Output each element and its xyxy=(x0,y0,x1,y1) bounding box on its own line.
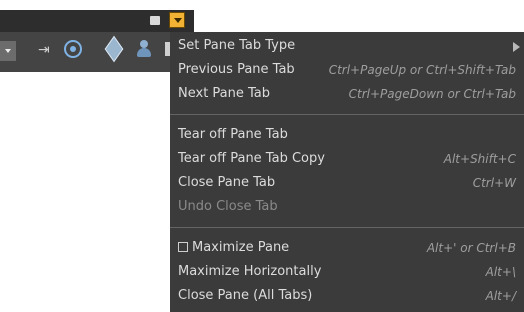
menu-item-label: Tear off Pane Tab Copy xyxy=(178,151,325,166)
menu-item-close-pane-tab[interactable]: Close Pane Tab Ctrl+W xyxy=(170,171,524,195)
menu-item-shortcut: Ctrl+PageDown or Ctrl+Tab xyxy=(348,87,516,101)
pane-context-menu: Set Pane Tab Type Previous Pane Tab Ctrl… xyxy=(170,32,524,312)
menu-item-shortcut: Alt+Shift+C xyxy=(443,152,516,166)
pane-menu-dropdown-icon[interactable] xyxy=(169,12,185,28)
menu-item-shortcut: Alt+/ xyxy=(485,289,516,303)
pane-toggle-icon[interactable] xyxy=(150,16,160,25)
menu-item-tear-off-pane-tab-copy[interactable]: Tear off Pane Tab Copy Alt+Shift+C xyxy=(170,147,524,171)
menu-item-set-pane-tab-type[interactable]: Set Pane Tab Type xyxy=(170,34,524,58)
menu-item-label: Undo Close Tab xyxy=(178,199,278,214)
pin-icon[interactable]: ⇥ xyxy=(38,42,50,58)
menu-item-label: Maximize Pane xyxy=(192,240,290,255)
person-icon[interactable] xyxy=(136,40,152,58)
menu-separator xyxy=(170,227,524,228)
menu-item-shortcut: Ctrl+W xyxy=(472,176,516,190)
menu-separator xyxy=(170,114,524,115)
menu-item-label: Maximize Horizontally xyxy=(178,264,322,279)
person-head xyxy=(140,40,148,48)
menu-item-label-wrap: Maximize Pane xyxy=(178,236,289,260)
menu-item-maximize-horizontally[interactable]: Maximize Horizontally Alt+\ xyxy=(170,260,524,284)
target-icon[interactable] xyxy=(64,40,82,58)
menu-item-maximize-pane[interactable]: Maximize Pane Alt+' or Ctrl+B xyxy=(170,236,524,260)
menu-item-tear-off-pane-tab[interactable]: Tear off Pane Tab xyxy=(170,123,524,147)
submenu-arrow-icon xyxy=(513,42,520,52)
menu-item-next-pane-tab[interactable]: Next Pane Tab Ctrl+PageDown or Ctrl+Tab xyxy=(170,82,524,106)
toolbar-dropdown-button[interactable] xyxy=(0,41,16,61)
menu-item-shortcut: Alt+\ xyxy=(485,265,516,279)
menu-item-label: Tear off Pane Tab xyxy=(178,127,288,142)
pane-tab-bar xyxy=(0,10,194,32)
person-body xyxy=(137,48,151,57)
menu-item-previous-pane-tab[interactable]: Previous Pane Tab Ctrl+PageUp or Ctrl+Sh… xyxy=(170,58,524,82)
menu-item-shortcut: Ctrl+PageUp or Ctrl+Shift+Tab xyxy=(328,63,516,77)
menu-item-label: Close Pane Tab xyxy=(178,175,276,190)
menu-item-shortcut: Alt+' or Ctrl+B xyxy=(426,241,516,255)
menu-item-label: Previous Pane Tab xyxy=(178,62,295,77)
maximize-pane-checkbox[interactable] xyxy=(178,242,188,252)
menu-item-label: Next Pane Tab xyxy=(178,86,271,101)
menu-item-label: Set Pane Tab Type xyxy=(178,38,296,53)
menu-item-close-pane-all-tabs[interactable]: Close Pane (All Tabs) Alt+/ xyxy=(170,284,524,308)
menu-item-undo-close-tab: Undo Close Tab xyxy=(170,195,524,219)
menu-item-label: Close Pane (All Tabs) xyxy=(178,288,313,303)
